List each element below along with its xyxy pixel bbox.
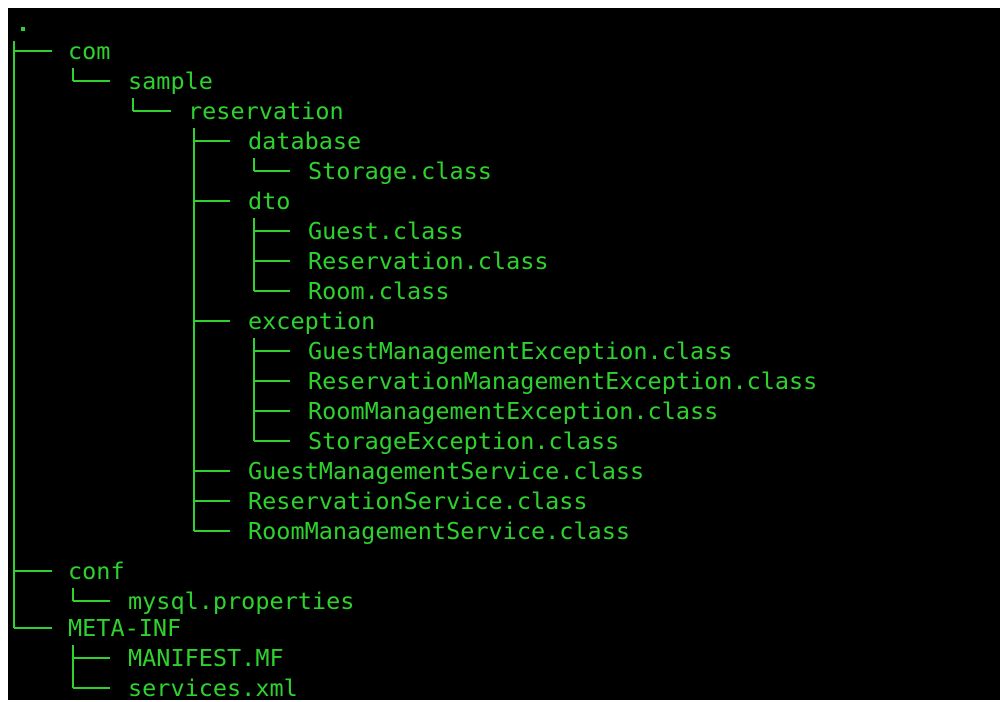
- tree-node-storage-exception: StorageException.class: [308, 427, 620, 455]
- tree-node-conf: conf: [68, 557, 125, 585]
- tree-node-com: com: [68, 37, 111, 65]
- tree-node-room-class: Room.class: [308, 277, 450, 305]
- tree-node-guest-class: Guest.class: [308, 217, 464, 245]
- tree-node-mysql-properties: mysql.properties: [128, 587, 355, 615]
- tree-node-storage-class: Storage.class: [308, 157, 492, 185]
- tree-node-manifest: MANIFEST.MF: [128, 644, 284, 672]
- tree-node-exception: exception: [248, 307, 376, 335]
- tree-node-database: database: [248, 127, 362, 155]
- tree-node-reservation-mgmt-exception: ReservationManagementException.class: [308, 367, 818, 395]
- tree-node-services-xml: services.xml: [128, 674, 298, 700]
- tree-node-sample: sample: [128, 67, 213, 95]
- tree-node-reservation-service: ReservationService.class: [248, 487, 588, 515]
- tree-node-reservation-class: Reservation.class: [308, 247, 549, 275]
- tree-root-dot: [21, 27, 25, 31]
- tree-node-guest-mgmt-service: GuestManagementService.class: [248, 457, 645, 485]
- tree-node-room-mgmt-service: RoomManagementService.class: [248, 517, 631, 545]
- tree-node-reservation: reservation: [188, 97, 344, 125]
- tree-node-guest-mgmt-exception: GuestManagementException.class: [308, 337, 733, 365]
- terminal-window: com sample reservation database Storage.…: [8, 8, 1000, 700]
- tree-node-room-mgmt-exception: RoomManagementException.class: [308, 397, 719, 425]
- tree-node-meta-inf: META-INF: [68, 614, 182, 642]
- tree-node-dto: dto: [248, 187, 291, 215]
